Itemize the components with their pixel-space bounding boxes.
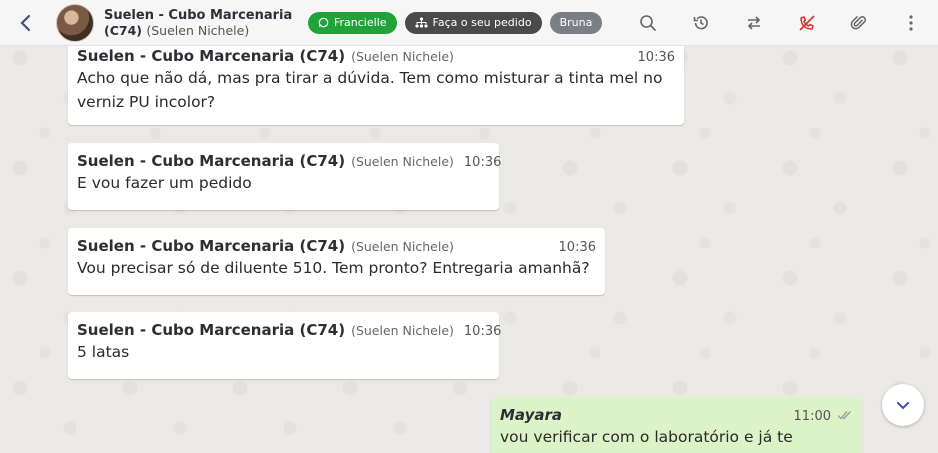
history-icon [692,14,710,32]
message-text: E vou fazer um pedido [77,174,252,192]
back-button[interactable] [6,0,46,46]
chat-area: Suelen - Cubo Marcenaria (C74) (Suelen N… [0,38,938,453]
more-options-button[interactable] [899,11,923,35]
message-header: Mayara 11:00 [500,406,853,424]
message-sender: Suelen - Cubo Marcenaria (C74) [77,152,346,170]
tag-label: Faça o seu pedido [432,16,532,29]
transfer-button[interactable] [742,11,766,35]
message-incoming[interactable]: Suelen - Cubo Marcenaria (C74) (Suelen N… [68,228,605,295]
search-button[interactable] [636,11,660,35]
avatar[interactable] [56,3,94,42]
message-text: Vou precisar só de diluente 510. Tem pro… [77,259,590,277]
sitemap-icon [414,17,433,28]
tag-label: Francielle [334,16,387,29]
message-text: 5 latas [77,343,130,361]
message-sender-alt: (Suelen Nichele) [351,49,454,64]
message-incoming[interactable]: Suelen - Cubo Marcenaria (C74) (Suelen N… [68,143,501,210]
message-sender: Suelen - Cubo Marcenaria (C74) [77,237,346,255]
contact-name: Suelen - Cubo Marcenaria [104,7,293,23]
tag-bruna[interactable]: Bruna [549,11,603,34]
message-sender-alt: (Suelen Nichele) [351,154,454,169]
message-time: 11:00 [793,409,831,424]
attach-button[interactable] [847,11,871,35]
message-text: Acho que não dá, mas pra tirar a dúvida.… [77,69,663,111]
message-sender-alt: (Suelen Nichele) [351,323,454,338]
search-icon [639,14,657,32]
chevron-left-icon [19,13,33,33]
tag-label: Bruna [559,16,593,29]
message-sender: Mayara [500,406,563,424]
contact-info[interactable]: Suelen - Cubo Marcenaria (C74) (Suelen N… [104,8,304,38]
message-incoming[interactable]: Suelen - Cubo Marcenaria (C74) (Suelen N… [68,312,501,379]
double-check-icon [837,410,853,420]
hangup-icon [797,13,817,33]
chevron-down-icon [894,396,912,414]
message-header: Suelen - Cubo Marcenaria (C74) (Suelen N… [77,237,596,255]
chat-header: Suelen - Cubo Marcenaria (C74) (Suelen N… [0,0,938,46]
message-time: 10:36 [637,50,675,65]
whatsapp-icon [318,17,334,28]
message-header: Suelen - Cubo Marcenaria (C74) (Suelen N… [77,321,501,339]
message-time: 10:36 [463,155,502,170]
history-button[interactable] [689,11,713,35]
contact-code: (C74) [104,22,142,38]
hangup-button[interactable] [795,11,819,35]
paperclip-icon [850,14,868,32]
message-time: 10:36 [558,240,596,255]
message-incoming[interactable]: Suelen - Cubo Marcenaria (C74) (Suelen N… [68,38,684,125]
tag-faca-pedido[interactable]: Faça o seu pedido [404,11,542,34]
tag-francielle[interactable]: Francielle [308,11,397,34]
message-sender: Suelen - Cubo Marcenaria (C74) [77,47,346,65]
message-text: vou verificar com o laboratório e já te … [500,428,793,453]
message-header: Suelen - Cubo Marcenaria (C74) (Suelen N… [77,152,501,170]
more-vertical-icon [908,14,914,32]
message-sender: Suelen - Cubo Marcenaria (C74) [77,321,346,339]
contact-subtitle: (C74) (Suelen Nichele) [104,23,304,38]
contact-alt-name: (Suelen Nichele) [146,22,250,38]
message-outgoing[interactable]: Mayara 11:00 vou verificar com o laborat… [491,397,862,453]
message-time: 10:36 [463,324,502,339]
message-sender-alt: (Suelen Nichele) [351,239,454,254]
message-header: Suelen - Cubo Marcenaria (C74) (Suelen N… [77,47,675,65]
scroll-down-button[interactable] [882,384,924,426]
transfer-icon [745,14,763,32]
